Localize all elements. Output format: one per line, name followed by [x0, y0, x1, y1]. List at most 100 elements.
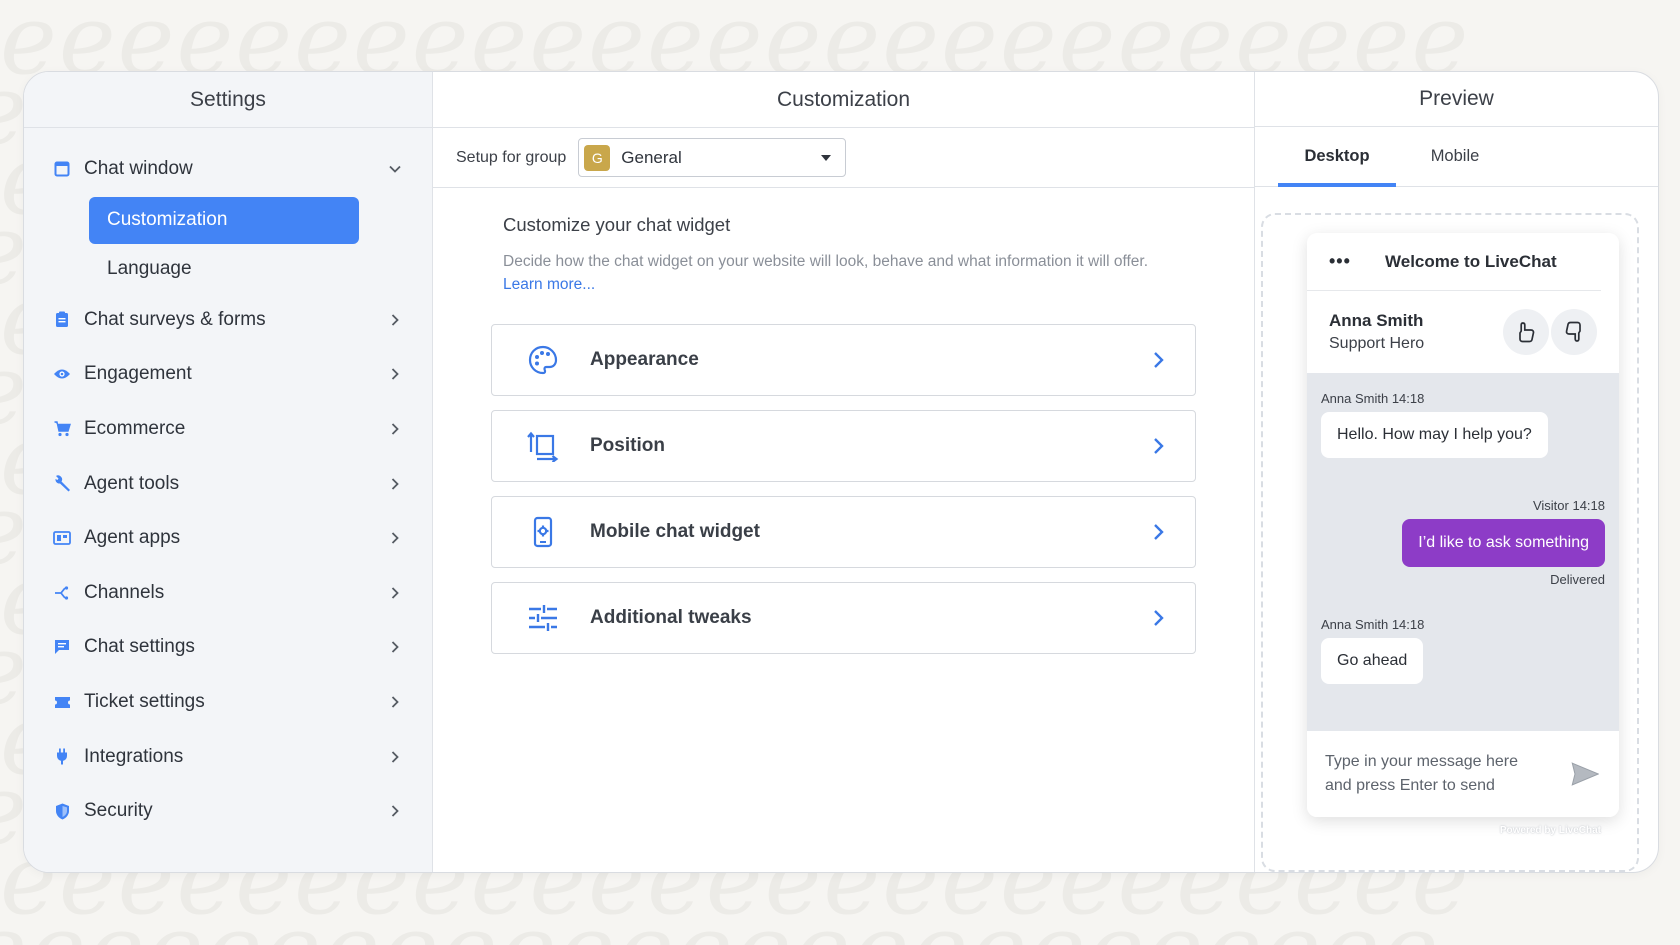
option-label: Mobile chat widget	[590, 521, 760, 542]
widget-title: Welcome to LiveChat	[1385, 251, 1557, 271]
thumbs-down-button[interactable]	[1551, 309, 1597, 356]
more-options-icon[interactable]: •••	[1329, 251, 1385, 272]
chat-messages: Anna Smith 14:18 Hello. How may I help y…	[1307, 373, 1619, 732]
chevron-right-icon	[391, 696, 399, 708]
chat-icon	[52, 637, 72, 657]
sidebar-item-label: Channels	[84, 581, 165, 603]
agent-name: Anna Smith	[1329, 311, 1424, 331]
sidebar-item-label: Chat settings	[84, 636, 195, 658]
sidebar-item-chat-settings[interactable]: Chat settings	[24, 620, 432, 675]
shield-icon	[52, 801, 72, 821]
sidebar-item-chat-window[interactable]: Chat window	[24, 142, 432, 197]
thumbs-up-icon	[1519, 322, 1535, 343]
window-icon	[52, 159, 72, 179]
sidebar-item-label: Agent apps	[84, 527, 181, 549]
wrench-icon	[52, 474, 72, 494]
agent-role: Support Hero	[1329, 335, 1425, 353]
sidebar-item-label: Security	[84, 800, 153, 822]
sidebar-item-engagement[interactable]: Engagement	[24, 347, 432, 402]
message-input[interactable]: Type in your message here and press Ente…	[1307, 731, 1619, 818]
palette-icon	[526, 343, 560, 377]
chevron-right-icon	[391, 751, 399, 763]
customization-title: Customization	[433, 72, 1254, 128]
learn-more-link[interactable]: Learn more...	[503, 276, 595, 293]
chevron-right-icon	[391, 587, 399, 599]
customization-options: Appearance Position Mobile chat widget A…	[433, 296, 1254, 668]
option-label: Additional tweaks	[590, 607, 752, 628]
option-mobile-chat-widget[interactable]: Mobile chat widget	[491, 496, 1196, 568]
intro-section: Customize your chat widget Decide how th…	[433, 188, 1254, 296]
channels-icon	[52, 583, 72, 603]
preview-area: ••• Welcome to LiveChat Anna Smith Suppo…	[1261, 213, 1639, 872]
settings-sidebar: Settings Chat window Customization Langu…	[24, 72, 433, 872]
thumbs-down-icon	[1565, 321, 1581, 342]
chevron-right-icon	[391, 478, 399, 490]
message-meta: Visitor 14:18	[1532, 498, 1605, 514]
chevron-right-icon	[1154, 438, 1164, 454]
caret-down-icon	[821, 154, 832, 161]
sidebar-item-label: Engagement	[84, 363, 192, 385]
preview-title: Preview	[1255, 72, 1658, 128]
chevron-right-icon	[391, 368, 399, 381]
chat-window-submenu: Customization Language	[24, 196, 432, 293]
chevron-down-icon	[389, 166, 401, 174]
sidebar-item-label: Chat window	[84, 158, 193, 180]
widget-header: ••• Welcome to LiveChat	[1307, 233, 1601, 292]
intro-description: Decide how the chat widget on your websi…	[503, 250, 1193, 296]
option-position[interactable]: Position	[491, 410, 1196, 482]
preview-panel: Preview Desktop Mobile ••• Welcome to Li…	[1255, 72, 1658, 872]
powered-by-label: Powered by LiveChat	[1499, 825, 1601, 837]
tab-desktop[interactable]: Desktop	[1278, 126, 1396, 188]
sidebar-subitem-customization[interactable]: Customization	[89, 196, 359, 244]
group-select[interactable]: G General	[578, 138, 847, 177]
group-setup-bar: Setup for group G General	[433, 128, 1254, 188]
thumbs-up-button[interactable]	[1503, 309, 1549, 356]
sidebar-item-security[interactable]: Security	[24, 784, 432, 839]
chevron-right-icon	[391, 805, 399, 817]
sidebar-subitem-language[interactable]: Language	[89, 246, 359, 293]
chevron-right-icon	[391, 532, 399, 544]
sidebar-item-agent-apps[interactable]: Agent apps	[24, 511, 432, 566]
chevron-right-icon	[1154, 352, 1164, 368]
send-icon[interactable]	[1571, 760, 1599, 788]
sidebar-item-label: Integrations	[84, 745, 184, 767]
app-window: Settings Chat window Customization Langu…	[23, 71, 1659, 873]
chevron-right-icon	[391, 641, 399, 654]
sidebar-item-ticket-settings[interactable]: Ticket settings	[24, 675, 432, 730]
position-icon	[526, 429, 560, 463]
sidebar-item-label: Agent tools	[84, 472, 180, 494]
message-input-placeholder: Type in your message here and press Ente…	[1325, 753, 1518, 795]
clipboard-icon	[52, 310, 72, 330]
option-additional-tweaks[interactable]: Additional tweaks	[491, 582, 1196, 654]
intro-title: Customize your chat widget	[503, 214, 731, 235]
delivery-status: Delivered	[1550, 572, 1605, 588]
sidebar-item-label: Ticket settings	[84, 691, 205, 713]
sidebar-item-integrations[interactable]: Integrations	[24, 729, 432, 784]
sidebar-item-channels[interactable]: Channels	[24, 566, 432, 621]
option-appearance[interactable]: Appearance	[491, 324, 1196, 396]
group-select-value: General	[621, 147, 682, 167]
sidebar-item-label: Chat surveys & forms	[84, 308, 266, 330]
sliders-icon	[526, 601, 560, 635]
settings-title: Settings	[24, 72, 432, 128]
intro-description-text: Decide how the chat widget on your websi…	[503, 253, 1149, 270]
settings-nav: Chat window Customization Language Chat …	[24, 128, 432, 839]
sidebar-item-chat-surveys-forms[interactable]: Chat surveys & forms	[24, 293, 432, 348]
sidebar-item-agent-tools[interactable]: Agent tools	[24, 456, 432, 511]
chevron-right-icon	[391, 314, 399, 326]
group-badge: G	[584, 144, 611, 171]
option-label: Position	[590, 435, 665, 456]
message-meta: Anna Smith 14:18	[1321, 391, 1425, 407]
eye-icon	[52, 364, 72, 384]
sidebar-item-ecommerce[interactable]: Ecommerce	[24, 402, 432, 457]
group-label: Setup for group	[456, 148, 567, 166]
apps-icon	[52, 528, 72, 548]
cart-icon	[52, 419, 72, 439]
ticket-icon	[52, 692, 72, 712]
agent-message: Go ahead	[1321, 638, 1424, 685]
chevron-right-icon	[391, 423, 399, 435]
agent-message: Hello. How may I help you?	[1321, 412, 1548, 459]
option-label: Appearance	[590, 349, 699, 370]
tab-mobile[interactable]: Mobile	[1396, 126, 1514, 186]
chevron-right-icon	[1154, 610, 1164, 626]
